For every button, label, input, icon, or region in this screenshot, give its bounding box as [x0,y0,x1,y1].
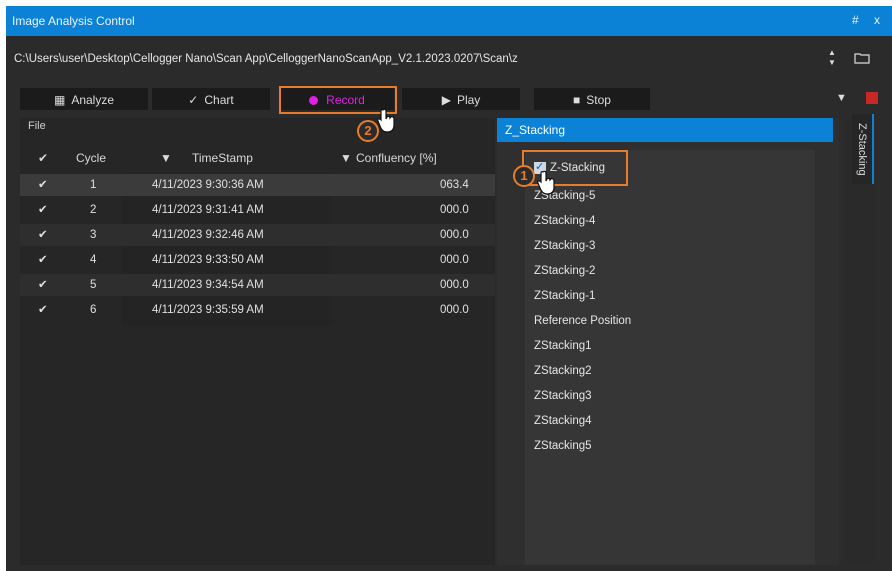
list-item[interactable]: Reference Position [534,315,631,327]
table-row[interactable]: ✔ 4 4/11/2023 9:33:50 AM 000.0 [20,249,495,271]
list-item[interactable]: ZStacking4 [534,415,592,427]
row-check[interactable]: ✔ [38,199,48,221]
row-cycle: 4 [90,254,97,266]
stop-icon: ■ [573,93,581,107]
list-item[interactable]: ZStacking2 [534,365,592,377]
z-stacking-title: Z_Stacking [505,123,566,137]
row-check[interactable]: ✔ [38,249,48,271]
row-check[interactable]: ✔ [38,174,48,196]
header-check: ✔ [38,151,49,165]
filter-icon[interactable]: ▼ [340,146,352,170]
list-item[interactable]: ZStacking-4 [534,215,595,227]
tab-z-stacking[interactable]: Z-Stacking [852,114,874,184]
stop-label: Stop [586,93,611,107]
play-button[interactable]: ▶ Play [402,88,520,110]
stop-button[interactable]: ■ Stop [534,88,650,110]
close-panel-icon[interactable] [866,92,878,104]
grid-header: ✔ Cycle ▼ TimeStamp ▼ Confluency [%] [20,146,495,170]
chart-icon: ✓ [188,93,199,107]
row-cycle: 1 [90,179,97,191]
list-item[interactable]: ZStacking5 [534,440,592,452]
chart-label: Chart [204,93,234,107]
row-confluency: 000.0 [440,229,469,241]
window-controls[interactable]: # x [852,13,886,27]
folder-icon[interactable] [854,52,870,64]
z-stacking-header: Z_Stacking [497,118,833,142]
row-confluency: 000.0 [440,279,469,291]
header-confluency[interactable]: Confluency [%] [356,146,437,170]
path-spinner[interactable]: ▲ ▼ [826,48,838,70]
row-timestamp: 4/11/2023 9:33:50 AM [152,254,264,266]
list-item[interactable]: ZStacking-3 [534,240,595,252]
row-check[interactable]: ✔ [38,274,48,296]
step-badge-1: 1 [513,165,535,187]
table-row[interactable]: ✔ 1 4/11/2023 9:30:36 AM 063.4 [20,174,495,196]
row-check[interactable]: ✔ [38,224,48,246]
header-timestamp[interactable]: TimeStamp [192,146,253,170]
row-confluency: 000.0 [440,204,469,216]
header-cycle[interactable]: Cycle [76,146,106,170]
title-bar: Image Analysis Control # x [6,6,892,36]
row-timestamp: 4/11/2023 9:34:54 AM [152,279,264,291]
side-dock [846,118,874,565]
row-confluency: 000.0 [440,254,469,266]
row-confluency: 063.4 [440,179,469,191]
row-confluency: 000.0 [440,304,469,316]
chart-button[interactable]: ✓ Chart [152,88,270,110]
row-cycle: 5 [90,279,97,291]
play-label: Play [456,93,481,107]
play-icon: ▶ [441,93,451,107]
analyze-label: Analyze [71,93,115,107]
row-timestamp: 4/11/2023 9:35:59 AM [152,304,264,316]
analyze-icon: ▦ [53,93,66,107]
row-cycle: 3 [90,229,97,241]
row-check[interactable]: ✔ [38,299,48,321]
row-timestamp: 4/11/2023 9:30:36 AM [152,179,264,191]
analyze-button[interactable]: ▦ Analyze [20,88,148,110]
table-row[interactable]: ✔ 2 4/11/2023 9:31:41 AM 000.0 [20,199,495,221]
file-label: File [28,120,46,132]
table-row[interactable]: ✔ 6 4/11/2023 9:35:59 AM 000.0 [20,299,495,321]
hand-cursor-icon [537,170,555,195]
z-stacking-list [525,150,815,565]
window-title: Image Analysis Control [12,14,135,28]
table-row[interactable]: ✔ 5 4/11/2023 9:34:54 AM 000.0 [20,274,495,296]
filter-icon[interactable]: ▼ [160,146,172,170]
list-item[interactable]: ZStacking1 [534,340,592,352]
pin-icon[interactable]: ▼ [836,92,847,104]
row-timestamp: 4/11/2023 9:32:46 AM [152,229,264,241]
list-item[interactable]: ZStacking-2 [534,265,595,277]
table-row[interactable]: ✔ 3 4/11/2023 9:32:46 AM 000.0 [20,224,495,246]
hand-cursor-icon [377,108,395,133]
list-item[interactable]: ZStacking-1 [534,290,595,302]
row-timestamp: 4/11/2023 9:31:41 AM [152,204,264,216]
scan-path-field[interactable]: C:\Users\user\Desktop\Cellogger Nano\Sca… [14,48,822,70]
row-cycle: 6 [90,304,97,316]
list-item[interactable]: ZStacking3 [534,390,592,402]
row-cycle: 2 [90,204,97,216]
